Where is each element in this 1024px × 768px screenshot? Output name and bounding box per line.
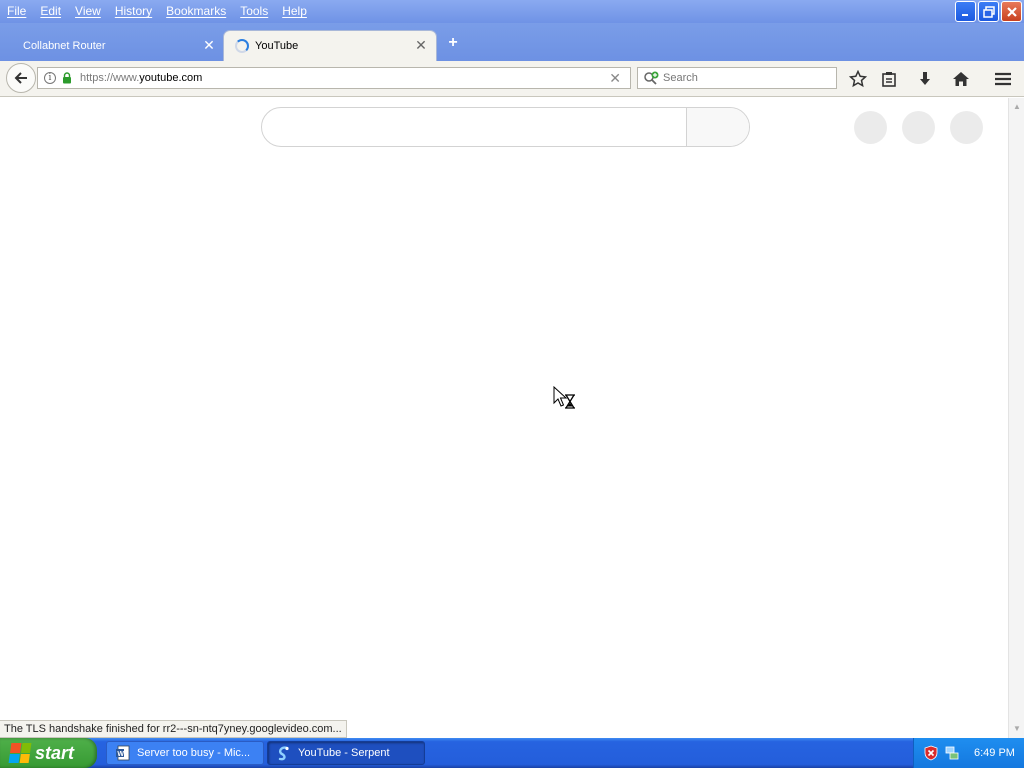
clipboard-icon <box>882 72 896 87</box>
open-menu-button[interactable] <box>993 69 1013 89</box>
menu-view[interactable]: View <box>68 1 108 22</box>
close-icon <box>1006 6 1017 17</box>
menu-bookmarks[interactable]: Bookmarks <box>159 1 233 22</box>
reading-list-button[interactable] <box>879 69 899 89</box>
status-text: The TLS handshake finished for rr2---sn-… <box>0 720 347 738</box>
home-button[interactable] <box>951 69 971 89</box>
tab-strip: Collabnet Router ✕ YouTube ✕ + <box>0 23 1024 61</box>
placeholder-circle <box>950 111 983 144</box>
tab-close-icon[interactable]: ✕ <box>414 38 428 52</box>
tab-label: YouTube <box>255 40 299 52</box>
back-arrow-icon <box>14 72 27 84</box>
star-icon <box>849 70 867 88</box>
restore-icon <box>982 5 995 18</box>
window-controls <box>955 1 1022 22</box>
system-tray: 6:49 PM <box>913 738 1024 768</box>
downloads-button[interactable] <box>915 69 935 89</box>
navigation-toolbar: i https://www.youtube.com ✕ Search <box>0 61 1024 97</box>
tab-collabnet-router[interactable]: Collabnet Router ✕ <box>0 31 224 61</box>
home-icon <box>953 72 969 86</box>
menu-history[interactable]: History <box>108 1 159 22</box>
minimize-button[interactable] <box>955 1 976 22</box>
url-bar[interactable]: i https://www.youtube.com ✕ <box>37 67 631 89</box>
serpent-browser-icon <box>278 746 289 761</box>
back-button[interactable] <box>6 63 36 93</box>
svg-text:W: W <box>117 751 124 758</box>
url-text: https://www.youtube.com <box>80 72 203 84</box>
menu-edit[interactable]: Edit <box>33 1 68 22</box>
loading-spinner-icon <box>235 39 249 53</box>
taskbar-item-youtube-serpent[interactable]: YouTube - Serpent <box>267 741 425 765</box>
menu-help[interactable]: Help <box>275 1 314 22</box>
search-bar[interactable]: Search <box>637 67 837 89</box>
busy-cursor-icon <box>553 385 577 410</box>
tab-youtube[interactable]: YouTube ✕ <box>224 31 436 61</box>
close-window-button[interactable] <box>1001 1 1022 22</box>
hamburger-menu-icon <box>995 72 1011 86</box>
scroll-up-icon[interactable]: ▲ <box>1012 102 1022 112</box>
scroll-down-icon[interactable]: ▼ <box>1012 724 1022 734</box>
taskbar-item-label: YouTube - Serpent <box>298 747 390 759</box>
menu-file[interactable]: File <box>0 1 33 22</box>
word-document-icon: W <box>116 745 130 761</box>
minimize-icon <box>961 13 968 16</box>
restore-button[interactable] <box>978 1 999 22</box>
search-placeholder: Search <box>663 72 698 84</box>
menu-tools[interactable]: Tools <box>233 1 275 22</box>
window-menubar: File Edit View History Bookmarks Tools H… <box>0 0 1024 23</box>
clock[interactable]: 6:49 PM <box>974 747 1015 759</box>
vertical-scrollbar[interactable]: ▲ ▼ <box>1008 98 1024 738</box>
youtube-search-button[interactable] <box>686 108 749 146</box>
page-content <box>0 98 1008 738</box>
search-engine-icon <box>644 71 659 85</box>
youtube-search-input[interactable] <box>261 107 750 147</box>
tab-label: Collabnet Router <box>23 40 106 52</box>
download-arrow-icon <box>920 72 930 85</box>
bookmark-star-button[interactable] <box>848 69 868 89</box>
new-tab-button[interactable]: + <box>444 33 462 53</box>
start-button[interactable]: start <box>0 738 97 768</box>
windows-taskbar: start W Server too busy - Mic... YouTube… <box>0 738 1024 768</box>
network-icon[interactable] <box>944 745 960 761</box>
placeholder-circle <box>854 111 887 144</box>
security-shield-icon[interactable] <box>924 745 938 761</box>
tab-close-icon[interactable]: ✕ <box>202 38 216 52</box>
taskbar-item-server-too-busy[interactable]: W Server too busy - Mic... <box>106 741 264 765</box>
info-icon[interactable]: i <box>44 72 56 84</box>
placeholder-circle <box>902 111 935 144</box>
lock-icon <box>62 72 72 84</box>
taskbar-item-label: Server too busy - Mic... <box>137 747 251 759</box>
start-label: start <box>35 742 75 763</box>
windows-logo-icon <box>8 743 32 763</box>
stop-loading-icon[interactable]: ✕ <box>609 71 621 85</box>
